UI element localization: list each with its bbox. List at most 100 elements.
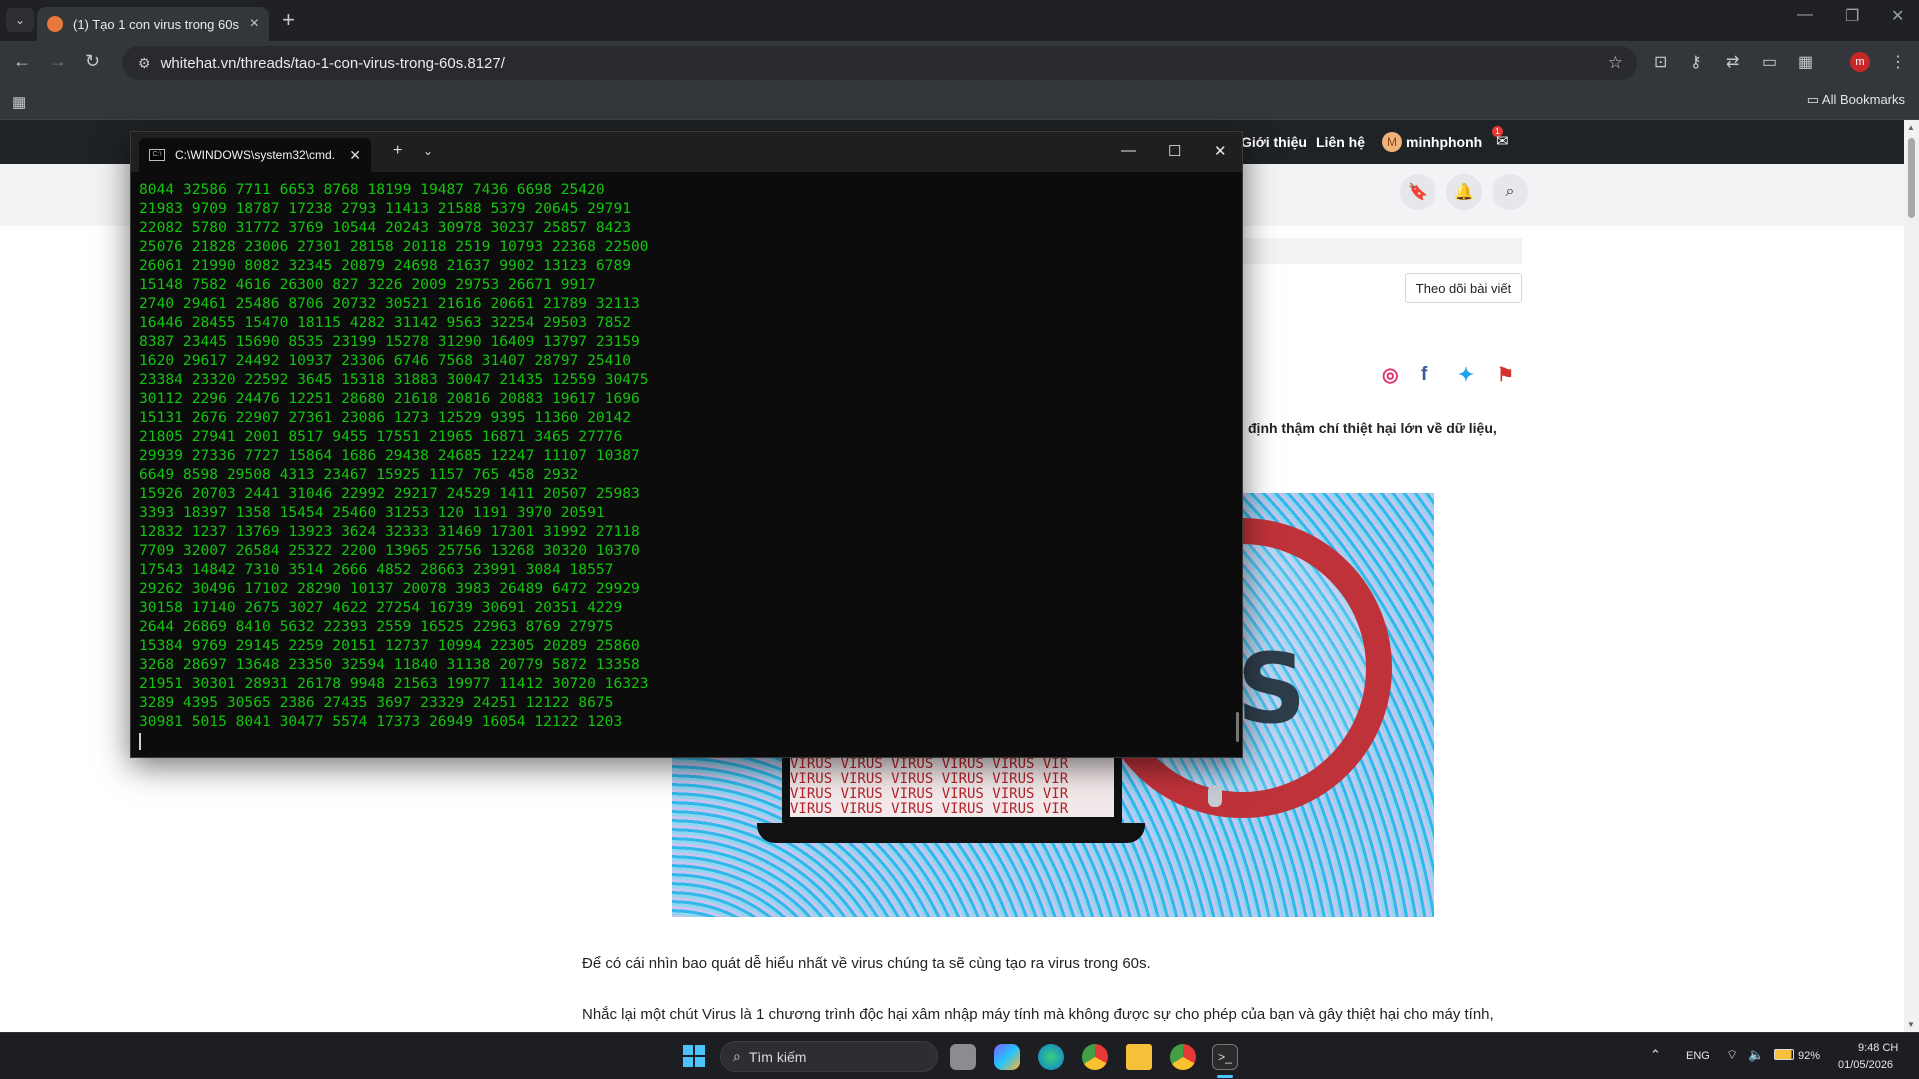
facebook-icon[interactable]: f <box>1421 364 1427 386</box>
terminal-line: 15148 7582 4616 26300 827 3226 2009 2975… <box>139 276 596 293</box>
mail-icon[interactable]: ✉ <box>1496 132 1509 150</box>
site-info-icon[interactable]: ⚙ <box>138 55 151 72</box>
page-scrollbar[interactable]: ▲ ▼ <box>1904 120 1919 1032</box>
menu-icon[interactable]: ⋮ <box>1890 52 1906 72</box>
image-screen-line-1: VIRUS VIRUS VIRUS VIRUS VIRUS VIR <box>790 757 1069 772</box>
apps-grid-icon[interactable]: ▦ <box>12 93 26 111</box>
all-bookmarks-button[interactable]: ▭ All Bookmarks <box>1807 92 1905 108</box>
start-windows-icon[interactable] <box>683 1045 705 1067</box>
translate-icon[interactable]: ⇄ <box>1726 52 1739 72</box>
notifications-bell-icon[interactable]: 🔔 <box>1446 174 1482 210</box>
address-bar[interactable]: ⚙ whitehat.vn/threads/tao-1-con-virus-tr… <box>122 46 1637 80</box>
terminal-output[interactable]: 8044 32586 7711 6653 8768 18199 19487 74… <box>139 180 1229 750</box>
clock-date[interactable]: 01/05/2026 <box>1838 1059 1893 1071</box>
url-text[interactable]: whitehat.vn/threads/tao-1-con-virus-tron… <box>161 55 505 72</box>
image-ring-mark <box>1208 785 1222 807</box>
terminal-cursor <box>139 733 141 750</box>
password-key-icon[interactable]: ⚷ <box>1690 52 1702 72</box>
terminal-line: 29939 27336 7727 15864 1686 29438 24685 … <box>139 447 640 464</box>
new-tab-button[interactable]: + <box>282 7 295 33</box>
image-laptop-base <box>757 823 1145 843</box>
copilot-icon[interactable] <box>994 1044 1020 1070</box>
chrome-profile-icon[interactable] <box>1170 1044 1196 1070</box>
terminal-line: 16446 28455 15470 18115 4282 31142 9563 … <box>139 314 632 331</box>
terminal-minimize-icon[interactable]: — <box>1121 142 1136 159</box>
follow-thread-button[interactable]: Theo dõi bài viết <box>1405 273 1522 303</box>
terminal-scrollbar[interactable] <box>1236 712 1239 742</box>
terminal-tab[interactable]: C:\ C:\WINDOWS\system32\cmd. ✕ <box>139 138 371 172</box>
username[interactable]: minhphonh <box>1406 134 1482 150</box>
side-panel-icon[interactable]: ▦ <box>1798 52 1813 72</box>
screenshot-icon[interactable]: ⊡ <box>1654 52 1667 72</box>
terminal-line: 3393 18397 1358 15454 25460 31253 120 11… <box>139 504 605 521</box>
image-screen-line-4: VIRUS VIRUS VIRUS VIRUS VIRUS VIR <box>790 801 1069 817</box>
terminal-line: 30112 2296 24476 12251 28680 21618 20816… <box>139 390 640 407</box>
scroll-thumb[interactable] <box>1908 138 1915 218</box>
user-avatar[interactable]: M <box>1382 132 1402 152</box>
terminal-line: 8387 23445 15690 8535 23199 15278 31290 … <box>139 333 640 350</box>
site-search-icon[interactable]: ⌕ <box>1492 174 1528 210</box>
language-indicator[interactable]: ENG <box>1686 1050 1710 1062</box>
back-button[interactable]: ← <box>13 51 31 72</box>
browser-tab[interactable]: (1) Tạo 1 con virus trong 60s | W × <box>37 7 269 41</box>
terminal-line: 30158 17140 2675 3027 4622 27254 16739 3… <box>139 599 623 616</box>
instagram-icon[interactable]: ◎ <box>1382 364 1399 387</box>
terminal-maximize-icon[interactable]: ☐ <box>1168 142 1181 160</box>
terminal-line: 15926 20703 2441 31046 22992 29217 24529… <box>139 485 640 502</box>
terminal-line: 21805 27941 2001 8517 9455 17551 21965 1… <box>139 428 623 445</box>
terminal-line: 8044 32586 7711 6653 8768 18199 19487 74… <box>139 181 605 198</box>
thread-header-strip <box>1240 238 1522 264</box>
save-bookmark-icon[interactable]: ⚑ <box>1497 364 1514 387</box>
volume-icon[interactable]: 🔈 <box>1748 1047 1764 1063</box>
minimize-icon[interactable]: — <box>1797 6 1813 24</box>
terminal-line: 22082 5780 31772 3769 10544 20243 30978 … <box>139 219 632 236</box>
cmd-icon: C:\ <box>149 149 165 161</box>
image-laptop: VIRUS VIRUS VIRUS VIRUS VIRUS VIR VIRUS … <box>782 753 1122 825</box>
scroll-down-arrow-icon[interactable]: ▼ <box>1907 1020 1915 1029</box>
nav-link-contact[interactable]: Liên hệ <box>1316 134 1365 150</box>
terminal-window[interactable]: C:\ C:\WINDOWS\system32\cmd. ✕ + ⌄ — ☐ ✕… <box>130 131 1243 758</box>
site-favicon-icon <box>47 16 63 32</box>
profile-avatar[interactable]: m <box>1850 52 1870 72</box>
image-screen-line-2: VIRUS VIRUS VIRUS VIRUS VIRUS VIR <box>790 771 1069 787</box>
bookmark-star-icon[interactable]: ☆ <box>1608 53 1623 73</box>
twitter-icon[interactable]: ✦ <box>1458 364 1474 387</box>
forward-button[interactable]: → <box>49 51 67 72</box>
terminal-tab-close-icon[interactable]: ✕ <box>349 147 361 164</box>
tab-close-icon[interactable]: × <box>250 15 259 33</box>
bookmarks-icon[interactable]: 🔖 <box>1400 174 1436 210</box>
window-close-icon[interactable]: ✕ <box>1891 6 1904 26</box>
battery-icon[interactable] <box>1774 1049 1794 1060</box>
terminal-line: 21983 9709 18787 17238 2793 11413 21588 … <box>139 200 632 217</box>
wifi-icon[interactable]: ⌔ <box>1726 1047 1738 1063</box>
tab-title: (1) Tạo 1 con virus trong 60s | W <box>73 16 242 32</box>
terminal-new-tab-icon[interactable]: + <box>393 142 402 160</box>
folder-icon: ▭ <box>1806 92 1822 107</box>
all-bookmarks-label: All Bookmarks <box>1821 92 1905 107</box>
taskbar-search-label: Tìm kiếm <box>748 1048 807 1065</box>
terminal-dropdown-icon[interactable]: ⌄ <box>423 144 433 158</box>
task-view-icon[interactable] <box>950 1044 976 1070</box>
terminal-line: 12832 1237 13769 13923 3624 32333 31469 … <box>139 523 640 540</box>
terminal-line: 7709 32007 26584 25322 2200 13965 25756 … <box>139 542 640 559</box>
terminal-app-icon[interactable]: >_ <box>1212 1044 1238 1070</box>
edge-icon[interactable] <box>1038 1044 1064 1070</box>
search-icon: ⌕ <box>733 1048 741 1064</box>
cast-icon[interactable]: ▭ <box>1762 52 1777 72</box>
terminal-line: 3268 28697 13648 23350 32594 11840 31138… <box>139 656 640 673</box>
clock-time[interactable]: 9:48 CH <box>1858 1042 1898 1054</box>
reload-button[interactable]: ↻ <box>85 51 100 72</box>
tab-search-button[interactable]: ⌄ <box>6 8 34 32</box>
nav-link-about[interactable]: Giới thiệu <box>1241 134 1307 150</box>
taskbar-search[interactable]: ⌕ Tìm kiếm <box>720 1041 938 1072</box>
terminal-close-icon[interactable]: ✕ <box>1214 142 1227 160</box>
file-explorer-icon[interactable] <box>1126 1044 1152 1070</box>
terminal-line: 15384 9769 29145 2259 20151 12737 10994 … <box>139 637 640 654</box>
chrome-icon[interactable] <box>1082 1044 1108 1070</box>
tray-overflow-icon[interactable]: ⌃ <box>1650 1047 1661 1063</box>
terminal-line: 29262 30496 17102 28290 10137 20078 3983… <box>139 580 640 597</box>
terminal-line: 30981 5015 8041 30477 5574 17373 26949 1… <box>139 713 623 730</box>
terminal-titlebar[interactable]: C:\ C:\WINDOWS\system32\cmd. ✕ + ⌄ — ☐ ✕ <box>131 132 1242 172</box>
restore-icon[interactable]: ❐ <box>1845 6 1859 26</box>
scroll-up-arrow-icon[interactable]: ▲ <box>1907 123 1915 132</box>
